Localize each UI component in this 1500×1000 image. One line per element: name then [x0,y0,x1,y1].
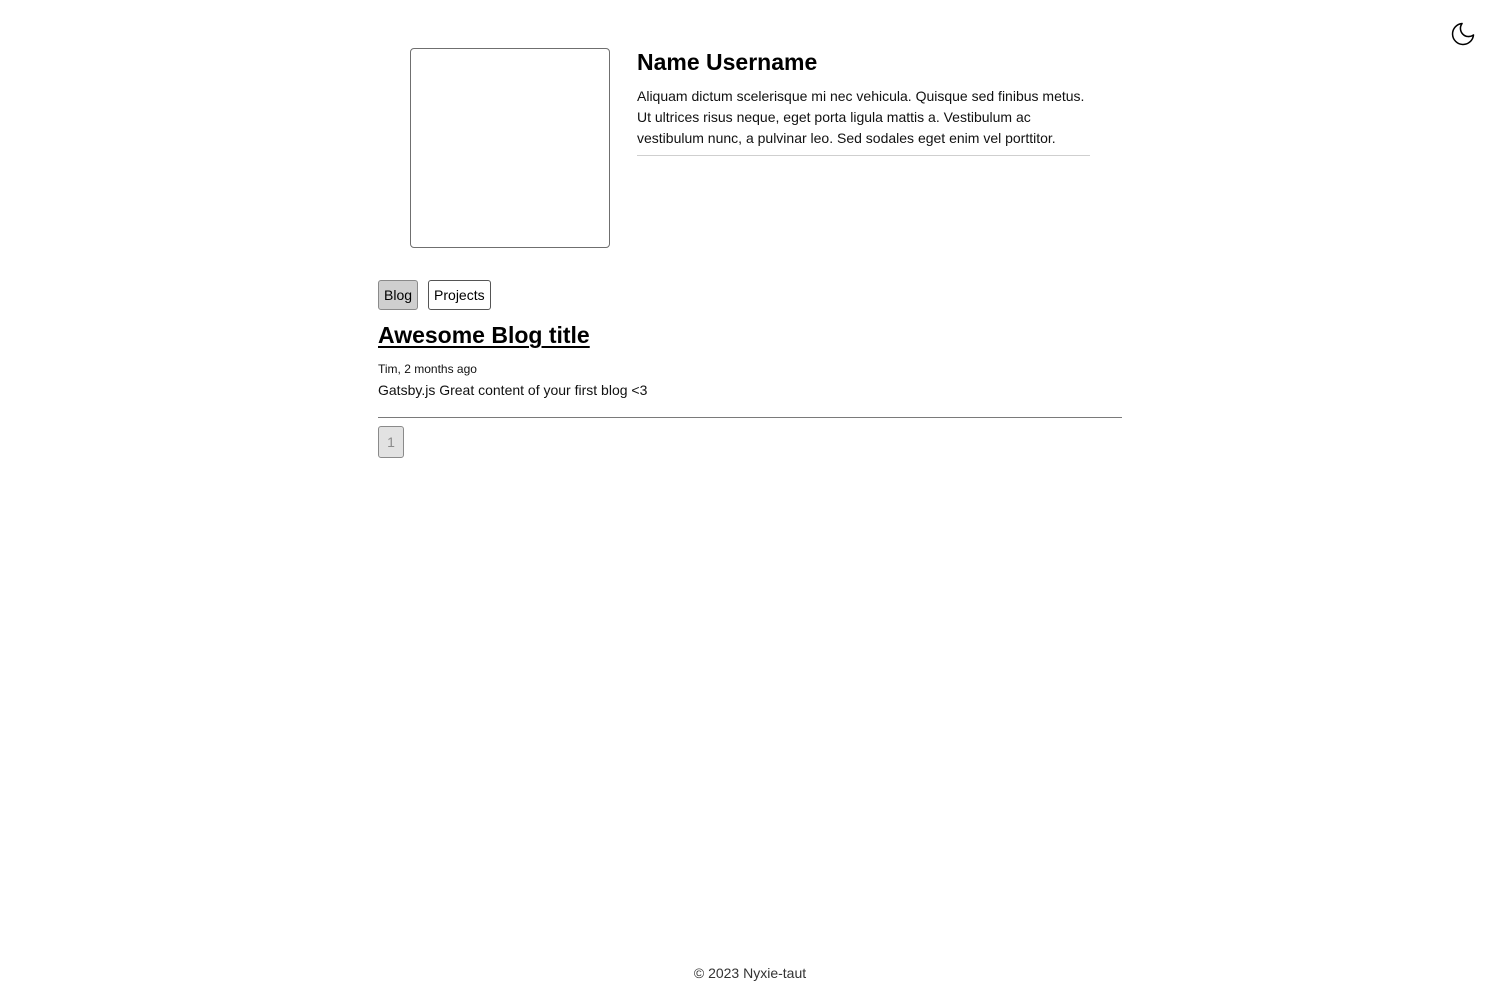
profile-name: Name Username [637,49,818,75]
moon-icon [1449,20,1477,53]
page-button-current[interactable]: 1 [378,426,404,458]
post-meta: Tim, 2 months ago [378,362,477,376]
post-item: Awesome Blog title Tim, 2 months ago Gat… [378,318,1122,418]
post-list: Awesome Blog title Tim, 2 months ago Gat… [378,318,1122,458]
tab-projects[interactable]: Projects [428,280,491,310]
profile-section: Name Username Aliquam dictum scelerisque… [637,46,1090,156]
post-excerpt: Gatsby.js Great content of your first bl… [378,382,648,398]
tab-blog[interactable]: Blog [378,280,419,310]
post-title-link[interactable]: Awesome Blog title [378,322,590,348]
footer-copyright: © 2023 Nyxie-taut [693,965,807,981]
post-title: Awesome Blog title [378,318,1122,352]
page: Name Username Aliquam dictum scelerisque… [0,0,1500,1000]
profile-bio: Aliquam dictum scelerisque mi nec vehicu… [637,86,1090,156]
section-tabs: Blog Projects [378,280,491,310]
avatar [410,48,610,248]
pagination: 1 [378,426,1122,458]
theme-toggle-button[interactable] [1447,20,1479,52]
